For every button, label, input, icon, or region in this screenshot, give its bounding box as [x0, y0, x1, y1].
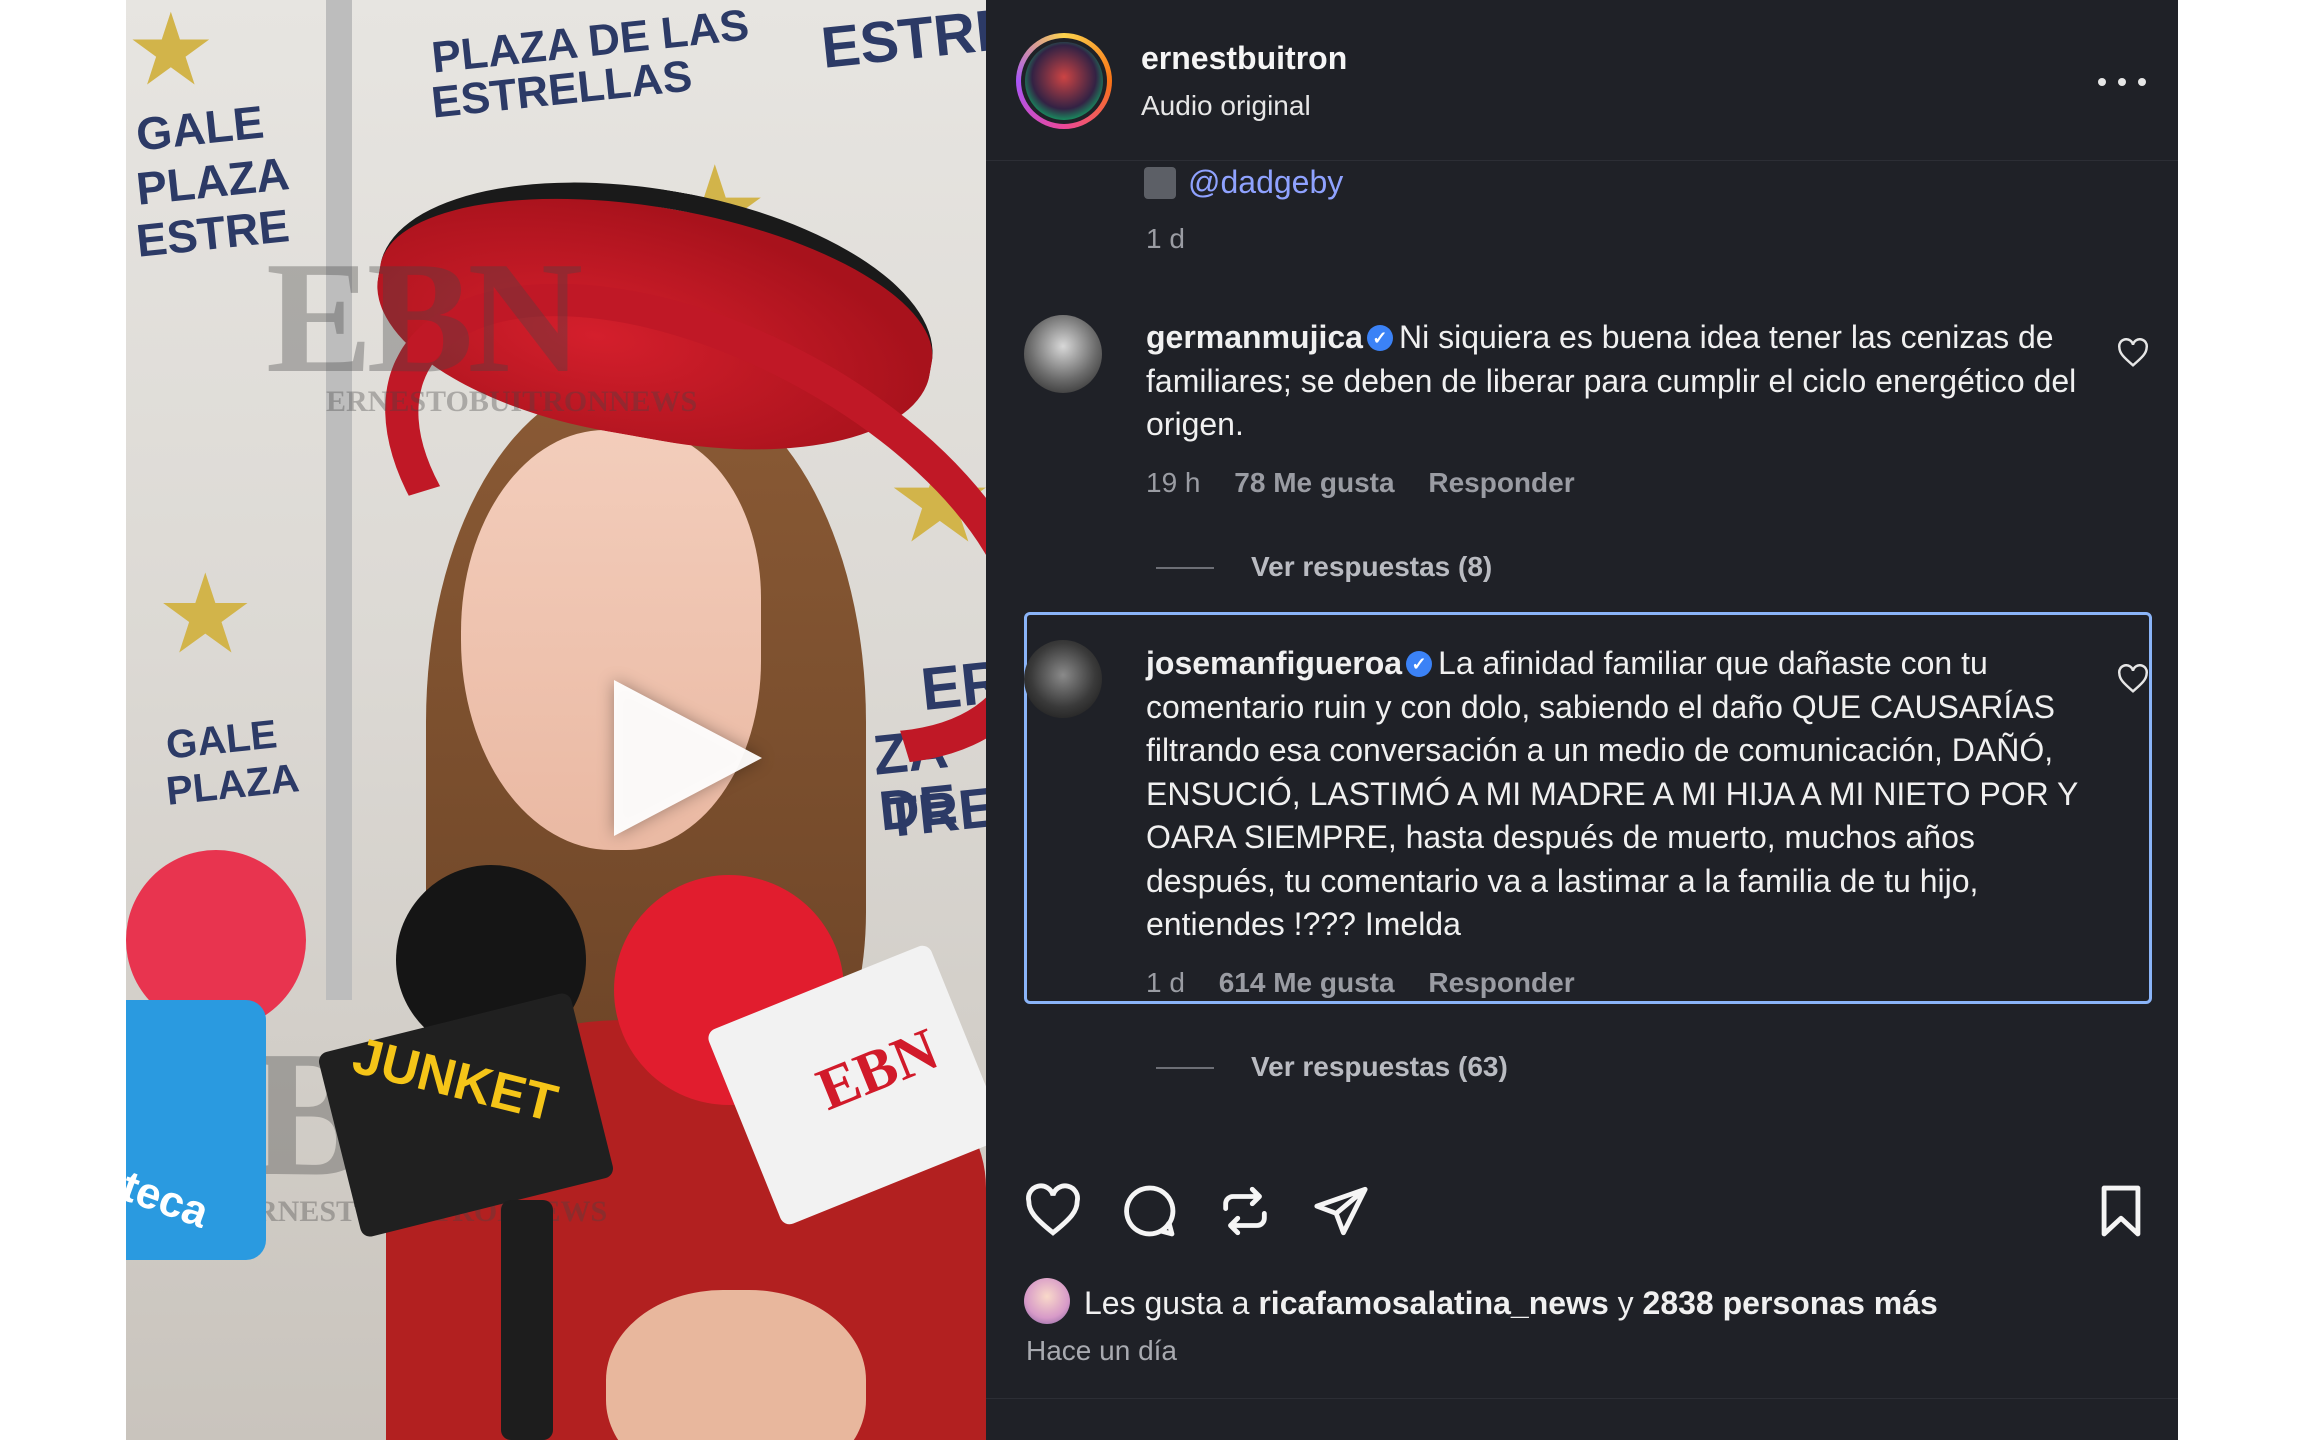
- comment-meta: 1 d 614 Me gusta Responder: [1146, 967, 1601, 999]
- backdrop-text-3: ESTREL: [818, 0, 986, 81]
- heart-icon[interactable]: [2116, 664, 2150, 694]
- play-icon[interactable]: [614, 680, 762, 836]
- verified-badge-icon: ✓: [1366, 324, 1393, 351]
- send-icon[interactable]: [1312, 1182, 1370, 1240]
- microphone-handle: [501, 1200, 553, 1440]
- comment-time: 1 d: [1146, 967, 1185, 998]
- mention-link[interactable]: @dadgeby: [1188, 164, 1343, 201]
- commenter-avatar[interactable]: [1024, 315, 1102, 393]
- comment-likes[interactable]: 614 Me gusta: [1219, 967, 1395, 998]
- comment-username[interactable]: josemanfigueroa: [1146, 645, 1402, 681]
- reel-video[interactable]: PLAZA DE LAS ESTRELLAS ESTREL GALE PLAZA…: [126, 0, 986, 1440]
- bookmark-icon[interactable]: [2092, 1182, 2150, 1240]
- watermark-logo: EBN: [266, 228, 583, 406]
- caption-timestamp: 1 d: [1146, 223, 1185, 254]
- likes-mid: y: [1617, 1285, 1634, 1321]
- divider: [986, 1398, 2178, 1399]
- view-replies-button[interactable]: Ver respuestas (63): [1251, 1051, 1508, 1083]
- post-header: ernestbuitron Audio original: [986, 0, 2178, 161]
- liker-avatar[interactable]: [1024, 1278, 1070, 1324]
- replies-divider: [1156, 567, 1214, 569]
- more-options-icon[interactable]: [2092, 60, 2152, 100]
- replies-divider: [1156, 1067, 1214, 1069]
- likes-prefix: Les gusta a: [1084, 1285, 1250, 1321]
- comment-meta: 19 h 78 Me gusta Responder: [1146, 467, 1601, 499]
- watermark-text: ERNESTOBUITRONNEWS: [326, 385, 698, 418]
- comment-likes[interactable]: 78 Me gusta: [1234, 467, 1394, 498]
- heart-icon[interactable]: [2116, 338, 2150, 368]
- comment-icon[interactable]: [1120, 1182, 1178, 1240]
- backdrop-text-4: GALE: [133, 95, 267, 161]
- action-bar: [986, 1160, 2178, 1260]
- backdrop-text-10: GALE: [164, 712, 280, 768]
- post-timestamp: Hace un día: [1026, 1335, 1177, 1366]
- author-username[interactable]: ernestbuitron: [1141, 40, 1347, 77]
- comment-time: 19 h: [1146, 467, 1201, 498]
- star-logo-icon: ★: [156, 553, 255, 676]
- star-logo-icon: ★: [126, 0, 216, 106]
- liker-username[interactable]: ricafamosalatina_news: [1258, 1285, 1608, 1321]
- comment-text: La afinidad familiar que dañaste con tu …: [1146, 645, 2078, 942]
- comment-body: josemanfigueroa ✓ La afinidad familiar que…: [1146, 642, 2096, 947]
- backdrop-text-11: PLAZA: [164, 756, 302, 814]
- view-replies-button[interactable]: Ver respuestas (8): [1251, 551, 1492, 583]
- verified-badge-icon: ✓: [1406, 650, 1433, 677]
- repost-icon[interactable]: [1216, 1182, 1274, 1240]
- author-avatar[interactable]: [1016, 33, 1112, 129]
- likes-summary[interactable]: Les gusta a ricafamosalatina_news y 2838…: [1084, 1285, 1938, 1322]
- likes-count[interactable]: 2838 personas más: [1643, 1285, 1938, 1321]
- reply-button[interactable]: Responder: [1428, 467, 1574, 498]
- heart-icon[interactable]: [1024, 1182, 1082, 1240]
- post-panel: ernestbuitron Audio original @dadgeby 1 …: [986, 0, 2178, 1440]
- comment-username[interactable]: germanmujica: [1146, 319, 1363, 355]
- audio-link[interactable]: Audio original: [1141, 90, 1311, 122]
- emoji-icon: [1144, 167, 1176, 199]
- backdrop-pole: [326, 0, 352, 1000]
- reply-button[interactable]: Responder: [1428, 967, 1574, 998]
- commenter-avatar[interactable]: [1024, 640, 1102, 718]
- backdrop-text-9: TRELI: [881, 769, 986, 850]
- comment-body: germanmujica ✓ Ni siquiera es buena idea t…: [1146, 316, 2096, 447]
- hand: [606, 1290, 866, 1440]
